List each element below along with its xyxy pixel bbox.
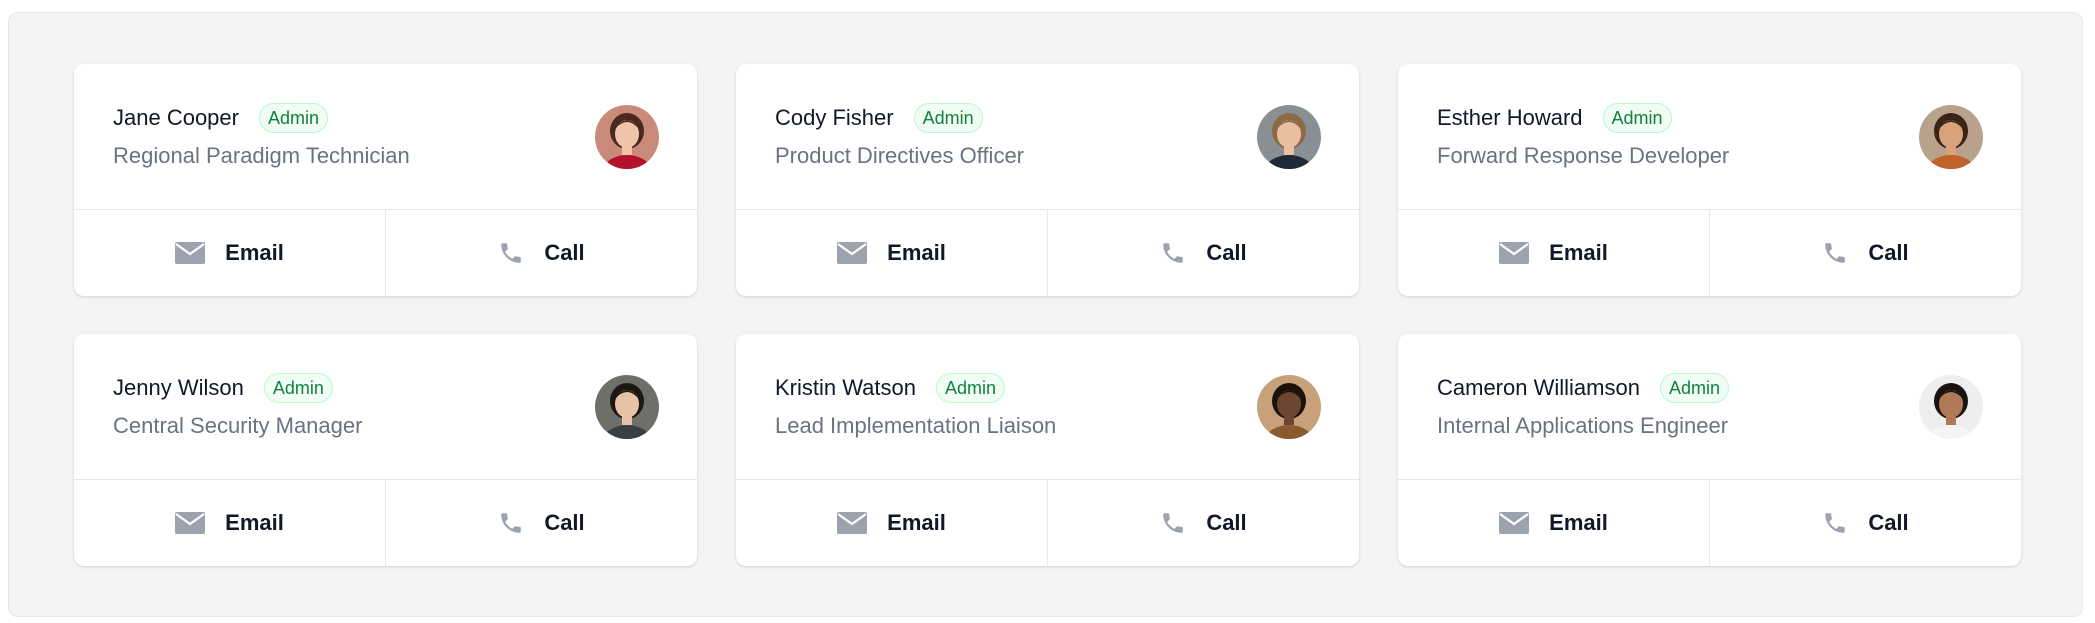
- person-title: Forward Response Developer: [1437, 142, 1730, 168]
- call-label: Call: [1206, 240, 1247, 265]
- person-info: Esther Howard Admin Forward Response Dev…: [1437, 102, 1730, 171]
- name-row: Cameron Williamson Admin: [1437, 372, 1729, 403]
- envelope-icon: [837, 242, 868, 264]
- person-info: Cody Fisher Admin Product Directives Off…: [775, 102, 1025, 171]
- phone-icon: [1822, 510, 1848, 536]
- person-info: Cameron Williamson Admin Internal Applic…: [1437, 372, 1729, 441]
- name-row: Kristin Watson Admin: [775, 372, 1056, 403]
- person-name: Jane Cooper: [113, 104, 239, 130]
- cards-panel: Jane Cooper Admin Regional Paradigm Tech…: [8, 12, 2083, 617]
- person-card-header: Cody Fisher Admin Product Directives Off…: [736, 64, 1359, 210]
- person-card-header: Esther Howard Admin Forward Response Dev…: [1398, 64, 2021, 210]
- call-button[interactable]: Call: [385, 480, 697, 566]
- envelope-icon: [175, 512, 206, 534]
- person-name: Kristin Watson: [775, 374, 917, 400]
- call-label: Call: [1206, 510, 1247, 535]
- person-title: Internal Applications Engineer: [1437, 412, 1729, 438]
- email-button[interactable]: Email: [736, 480, 1047, 566]
- email-label: Email: [225, 240, 284, 265]
- email-label: Email: [1549, 240, 1608, 265]
- person-card-header: Jane Cooper Admin Regional Paradigm Tech…: [74, 64, 697, 210]
- card-actions: Email Call: [74, 210, 697, 296]
- role-badge: Admin: [1659, 372, 1729, 403]
- call-label: Call: [544, 240, 585, 265]
- avatar: [595, 104, 659, 169]
- name-row: Esther Howard Admin: [1437, 102, 1729, 133]
- avatar: [1257, 374, 1321, 439]
- person-name: Esther Howard: [1437, 104, 1583, 130]
- phone-icon: [498, 240, 524, 266]
- person-info: Kristin Watson Admin Lead Implementation…: [775, 372, 1057, 441]
- card-actions: Email Call: [74, 480, 697, 566]
- person-name: Cody Fisher: [775, 104, 894, 130]
- role-badge: Admin: [913, 102, 983, 133]
- envelope-icon: [1499, 242, 1530, 264]
- card-actions: Email Call: [1398, 480, 2021, 566]
- person-card-header: Kristin Watson Admin Lead Implementation…: [736, 334, 1359, 480]
- person-title: Central Security Manager: [113, 412, 363, 438]
- phone-icon: [1822, 240, 1848, 266]
- email-button[interactable]: Email: [1398, 210, 1709, 296]
- call-button[interactable]: Call: [1047, 210, 1359, 296]
- avatar: [595, 374, 659, 439]
- envelope-icon: [837, 512, 868, 534]
- call-button[interactable]: Call: [385, 210, 697, 296]
- person-info: Jenny Wilson Admin Central Security Mana…: [113, 372, 363, 441]
- call-button[interactable]: Call: [1709, 480, 2021, 566]
- name-row: Jane Cooper Admin: [113, 102, 410, 133]
- name-row: Jenny Wilson Admin: [113, 372, 362, 403]
- person-card-header: Cameron Williamson Admin Internal Applic…: [1398, 334, 2021, 480]
- card-actions: Email Call: [736, 480, 1359, 566]
- person-card: Kristin Watson Admin Lead Implementation…: [736, 334, 1359, 566]
- people-grid: Jane Cooper Admin Regional Paradigm Tech…: [74, 64, 2021, 566]
- role-badge: Admin: [1602, 102, 1672, 133]
- email-label: Email: [1549, 510, 1608, 535]
- envelope-icon: [175, 242, 206, 264]
- name-row: Cody Fisher Admin: [775, 102, 1024, 133]
- email-button[interactable]: Email: [736, 210, 1047, 296]
- call-label: Call: [1868, 240, 1909, 265]
- phone-icon: [1160, 240, 1186, 266]
- person-card-header: Jenny Wilson Admin Central Security Mana…: [74, 334, 697, 480]
- person-title: Lead Implementation Liaison: [775, 412, 1057, 438]
- avatar: [1919, 374, 1983, 439]
- phone-icon: [1160, 510, 1186, 536]
- email-label: Email: [225, 510, 284, 535]
- email-button[interactable]: Email: [74, 210, 385, 296]
- card-actions: Email Call: [736, 210, 1359, 296]
- call-label: Call: [544, 510, 585, 535]
- email-button[interactable]: Email: [74, 480, 385, 566]
- person-title: Product Directives Officer: [775, 142, 1025, 168]
- person-name: Cameron Williamson: [1437, 374, 1640, 400]
- person-info: Jane Cooper Admin Regional Paradigm Tech…: [113, 102, 410, 171]
- call-button[interactable]: Call: [1047, 480, 1359, 566]
- person-title: Regional Paradigm Technician: [113, 142, 410, 168]
- role-badge: Admin: [258, 102, 329, 133]
- call-label: Call: [1868, 510, 1909, 535]
- envelope-icon: [1499, 512, 1530, 534]
- call-button[interactable]: Call: [1709, 210, 2021, 296]
- person-card: Jane Cooper Admin Regional Paradigm Tech…: [74, 64, 697, 296]
- person-card: Cody Fisher Admin Product Directives Off…: [736, 64, 1359, 296]
- card-actions: Email Call: [1398, 210, 2021, 296]
- role-badge: Admin: [936, 372, 1006, 403]
- role-badge: Admin: [263, 372, 333, 403]
- person-card: Cameron Williamson Admin Internal Applic…: [1398, 334, 2021, 566]
- person-card: Jenny Wilson Admin Central Security Mana…: [74, 334, 697, 566]
- email-label: Email: [887, 240, 946, 265]
- email-label: Email: [887, 510, 946, 535]
- person-card: Esther Howard Admin Forward Response Dev…: [1398, 64, 2021, 296]
- phone-icon: [498, 510, 524, 536]
- person-name: Jenny Wilson: [113, 374, 244, 400]
- avatar: [1257, 104, 1321, 169]
- email-button[interactable]: Email: [1398, 480, 1709, 566]
- avatar: [1919, 104, 1983, 169]
